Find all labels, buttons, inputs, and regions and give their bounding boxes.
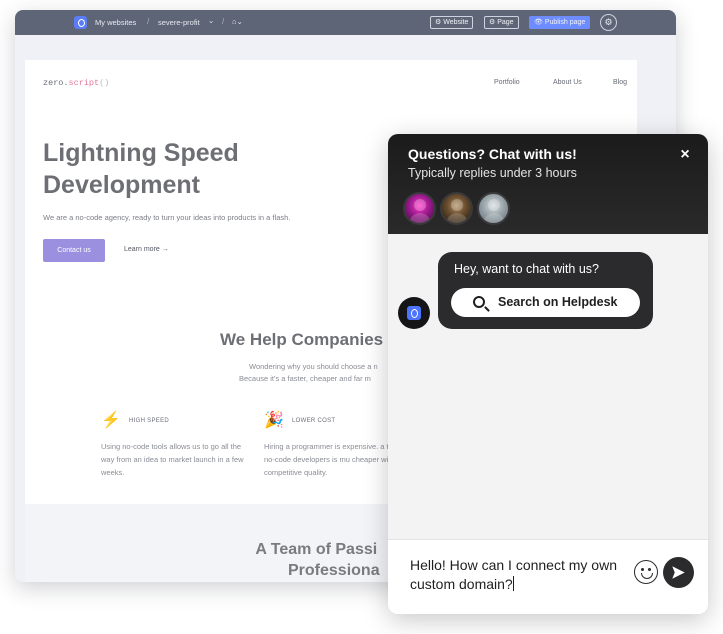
party-popper-icon: 🎉 [264,412,284,429]
builder-topbar: My websites / severe-profit ⌄ / ⌂⌄ ⚙ Web… [15,10,676,35]
chat-message-bubble: Hey, want to chat with us? Search on Hel… [438,252,653,329]
chat-title: Questions? Chat with us! [408,146,577,162]
brand-parens: () [99,78,110,88]
chat-reply-time: Typically replies under 3 hours [408,166,577,180]
publish-page-button[interactable]: 👁 Publish page [529,16,591,29]
chat-widget: Questions? Chat with us! Typically repli… [388,134,708,614]
my-websites-link[interactable]: My websites [95,18,136,27]
hero-title-line2: Development [43,171,200,199]
message-input-line1: Hello! How can I connect my own [410,557,617,573]
nav-link-portfolio[interactable]: Portfolio [494,79,520,86]
section-subtitle-line2: Because it's a faster, cheaper and far m [239,374,371,383]
brand-keyword: script [68,78,100,88]
team-section-title: A Team of Passi Professiona [253,539,380,581]
site-name-dropdown[interactable]: severe-profit [158,18,200,27]
section-subtitle-line1: Wondering why you should choose a n [249,362,378,371]
team-title-line1: A Team of Passi [255,541,378,558]
learn-more-link[interactable]: Learn more → [124,246,169,253]
contact-us-button[interactable]: Contact us [43,239,105,262]
builder-logo-icon[interactable] [74,16,87,29]
page-settings-button[interactable]: ⚙ Page [484,16,519,29]
search-helpdesk-label: Search on Helpdesk [498,295,618,309]
chat-header: Questions? Chat with us! Typically repli… [388,134,708,234]
feature-title-high-speed: HIGH SPEED [129,418,170,424]
search-icon [473,296,485,308]
lightning-icon: ⚡ [101,412,121,429]
home-page-dropdown[interactable]: ⌂⌄ [232,17,243,26]
message-input[interactable]: Hello! How can I connect my own custom do… [410,556,635,594]
section-title: We Help Companies [220,330,384,349]
search-helpdesk-button[interactable]: Search on Helpdesk [451,288,640,317]
website-settings-button[interactable]: ⚙ Website [430,16,474,29]
emoji-icon[interactable] [634,560,658,584]
bot-logo-icon [407,306,421,320]
team-title-line2: Professiona [288,562,380,579]
agent-avatar [440,192,473,225]
site-brand-logo[interactable]: zero.script() [43,78,109,88]
brand-prefix: zero. [43,78,69,88]
chat-composer: Hello! How can I connect my own custom do… [388,539,708,614]
send-icon [672,566,685,579]
bot-avatar [398,297,430,329]
gear-icon[interactable]: ⚙ [600,14,617,31]
nav-link-blog[interactable]: Blog [613,79,627,86]
agent-avatar [477,192,510,225]
feature-text-high-speed: Using no-code tools allows us to go all … [101,442,244,477]
hero-title-line1: Lightning Speed [43,139,239,167]
breadcrumb-separator: / [147,17,150,26]
agent-avatar [403,192,436,225]
nav-link-about-us[interactable]: About Us [553,79,582,86]
message-input-line2: custom domain? [410,576,513,592]
chat-message-text: Hey, want to chat with us? [454,262,599,276]
breadcrumb-separator: / [222,17,225,26]
hero-lead: We are a no-code agency, ready to turn y… [43,213,291,222]
close-icon[interactable]: × [675,145,695,165]
text-caret [512,576,514,591]
feature-title-lower-cost: LOWER COST [292,418,336,424]
chevron-down-icon[interactable]: ⌄ [208,16,214,25]
hero-title: Lightning Speed Development [43,137,343,201]
send-button[interactable] [663,557,694,588]
